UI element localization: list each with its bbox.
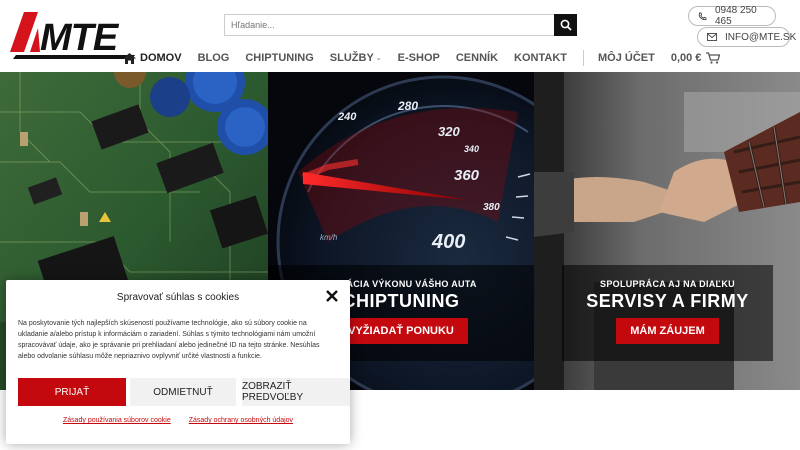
chevron-down-icon: ⌄ [375,55,382,62]
envelope-icon [707,33,717,41]
phone-icon [698,12,707,21]
nav-label-chiptuning: CHIPTUNING [245,52,314,64]
cookie-links: Zásady používania súborov cookie Zásady … [6,417,350,424]
nav-label-account: MÔJ ÚČET [598,52,655,64]
hero-panel-services: SPOLUPRÁCA AJ NA DIAĽKU SERVISY A FIRMY … [534,72,800,390]
nav-label-pricelist: CENNÍK [455,52,499,64]
cart-icon [706,52,721,64]
nav-label-eshop: E-SHOP [397,52,440,64]
cart-button[interactable]: 0,00 € [671,52,721,64]
nav-label-blog: BLOG [197,52,230,64]
deny-button[interactable]: ODMIETNUŤ [130,378,236,406]
nav-item-pricelist[interactable]: CENNÍK [456,52,498,64]
nav-item-contact[interactable]: KONTAKT [514,52,567,64]
nav-item-eshop[interactable]: E-SHOP [398,52,440,64]
search-button[interactable] [554,14,577,36]
page: MTE 0948 250 465 INFO@MTE.SK [0,0,800,450]
gauge-label-360: 360 [454,167,480,184]
site-header: MTE 0948 250 465 INFO@MTE.SK [0,0,800,72]
gauge-label-380: 380 [483,202,500,213]
phone-number: 0948 250 465 [715,5,757,27]
gauge-label-240: 240 [337,111,357,123]
interested-button[interactable]: MÁM ZÁUJEM [616,318,719,344]
services-caption: SPOLUPRÁCA AJ NA DIAĽKU SERVISY A FIRMY … [562,265,773,361]
cookie-consent-dialog: Spravovať súhlas s cookies Na poskytovan… [6,280,350,444]
logo-text: MTE [40,17,120,59]
cookie-description: Na poskytovanie tých najlepších skúsenos… [18,320,320,360]
search-icon [560,19,572,31]
home-icon [123,52,136,64]
view-preferences-button[interactable]: ZOBRAZIŤ PREDVOĽBY [242,378,350,406]
nav-item-blog[interactable]: BLOG [198,52,230,64]
privacy-policy-link[interactable]: Zásady ochrany osobných údajov [189,417,293,424]
mte-logo[interactable]: MTE [10,8,135,60]
close-icon[interactable] [326,290,338,302]
gauge-unit: km/h [320,233,338,242]
search-box [224,14,577,36]
email-address: INFO@MTE.SK [725,31,797,43]
services-title: SERVISY A FIRMY [586,291,749,311]
search-input[interactable] [225,15,555,35]
cookie-policy-link[interactable]: Zásady používania súborov cookie [63,417,171,424]
gauge-label-280: 280 [397,99,418,113]
gauge-label-400: 400 [431,231,465,253]
accept-button[interactable]: PRIJAŤ [18,378,126,406]
cart-total: 0,00 € [670,52,702,64]
request-offer-button[interactable]: VYŽIADAŤ PONUKU [334,318,468,344]
email-button[interactable]: INFO@MTE.SK [697,27,796,47]
nav-label-home: DOMOV [140,52,182,64]
nav-item-account[interactable]: MÔJ ÚČET [598,52,655,64]
nav-label-contact: KONTAKT [514,52,567,64]
gauge-label-320: 320 [438,124,460,139]
nav-divider [583,50,584,66]
nav-label-services: SLUŽBY [329,52,374,64]
cookie-title: Spravovať súhlas s cookies [116,292,240,303]
gauge-label-340: 340 [464,144,479,154]
phone-button[interactable]: 0948 250 465 [688,5,776,27]
nav-item-home[interactable]: DOMOV [123,52,182,64]
nav-item-services[interactable]: SLUŽBY ⌄ [330,52,382,64]
services-subtitle: SPOLUPRÁCA AJ NA DIAĽKU [600,279,735,289]
main-nav: DOMOV BLOG CHIPTUNING SLUŽBY ⌄ E-SHOP CE… [123,49,736,67]
nav-item-chiptuning[interactable]: CHIPTUNING [245,52,313,64]
